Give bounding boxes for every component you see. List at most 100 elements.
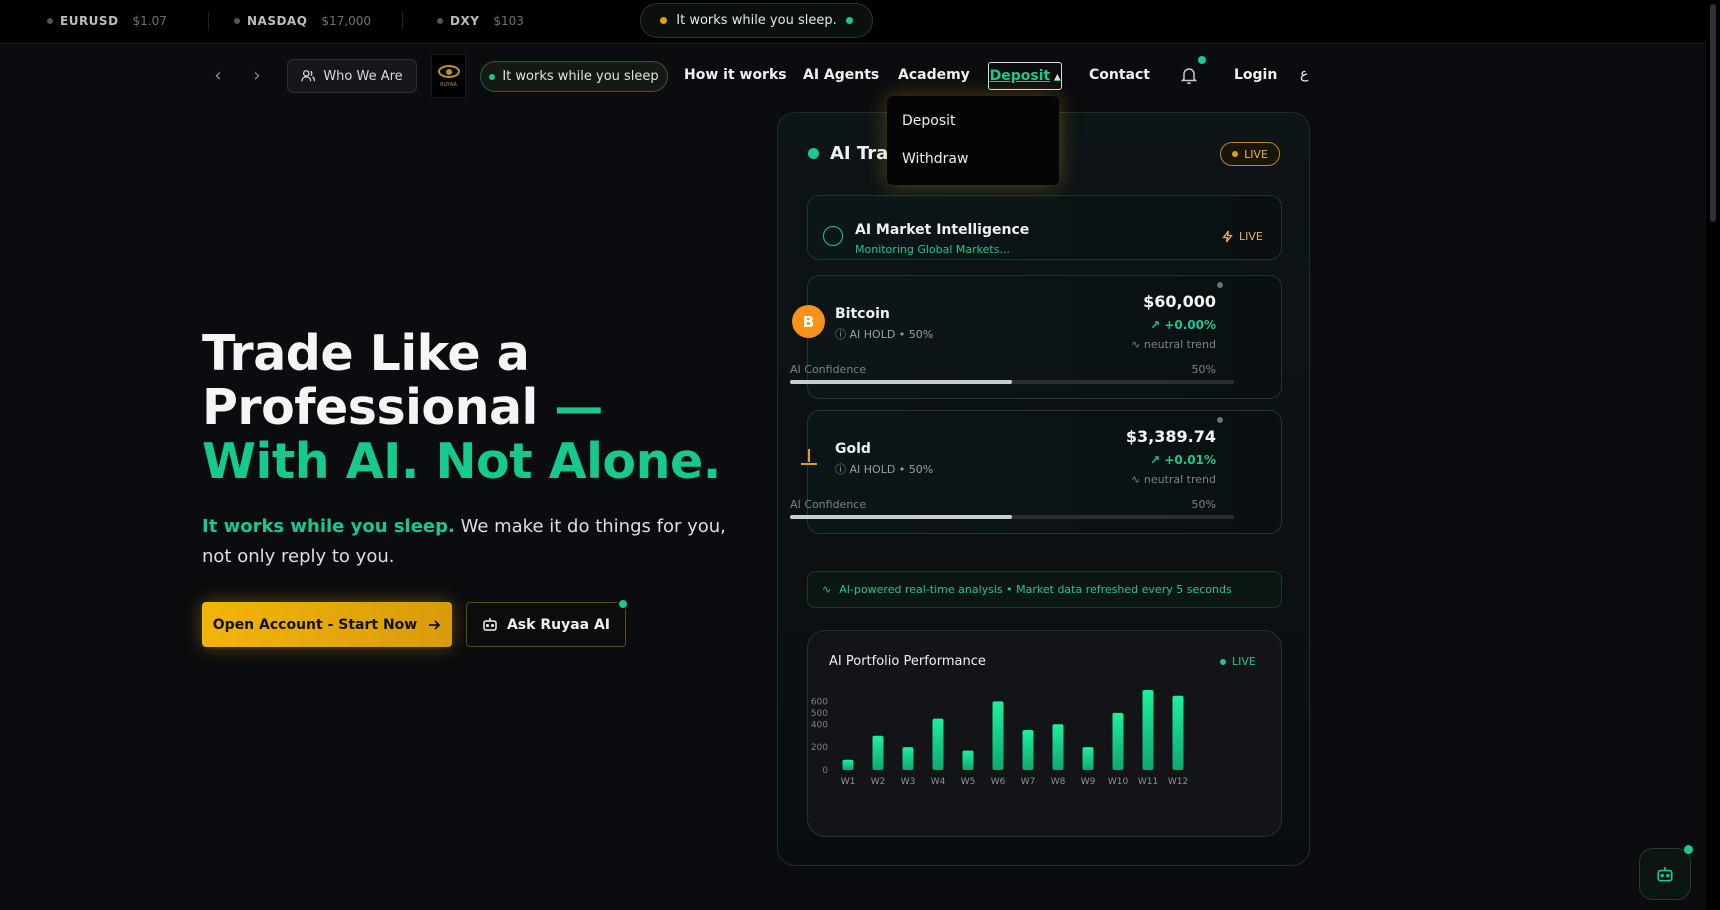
- forward-arrow-icon[interactable]: ›: [246, 64, 268, 86]
- open-account-button[interactable]: Open Account - Start Now: [202, 602, 452, 647]
- status-dot: [808, 148, 819, 159]
- ticker-value: $17,000: [321, 14, 372, 28]
- ticker-item: NASDAQ $17,000: [234, 14, 371, 28]
- hero-subtitle-accent: It works while you sleep.: [202, 516, 455, 537]
- asset-signal: ⓘ AI HOLD • 50%: [835, 463, 934, 476]
- y-tick-label: 0: [822, 766, 828, 776]
- ticker-value: $1.07: [132, 14, 167, 28]
- chart-bar: [932, 718, 944, 770]
- performance-live-label: LIVE: [1232, 655, 1256, 668]
- confidence-bar-fill: [790, 515, 1012, 519]
- hero-title: Trade Like a Professional — With AI. Not…: [202, 327, 742, 489]
- analysis-text: AI-powered real-time analysis • Market d…: [839, 583, 1232, 596]
- confidence-label: AI Confidence: [790, 498, 867, 511]
- ticker-item: EURUSD $1.07: [47, 14, 167, 28]
- back-arrow-icon[interactable]: ‹: [207, 64, 229, 86]
- live-badge: LIVE: [1220, 142, 1280, 166]
- deposit-label: Deposit: [989, 68, 1051, 84]
- live-dot: [1232, 151, 1239, 157]
- ruyaa-logo[interactable]: RUYAA: [431, 54, 466, 98]
- ticker-symbol: DXY: [450, 14, 480, 28]
- deposit-dropdown-menu: Deposit Withdraw: [887, 96, 1059, 185]
- divider: [208, 12, 209, 30]
- open-account-label: Open Account - Start Now: [212, 616, 418, 633]
- who-we-are-label: Who We Are: [323, 68, 403, 84]
- arrow-right-icon: [429, 619, 441, 630]
- y-tick-label: 600: [811, 697, 828, 707]
- x-tick-label: W4: [931, 777, 946, 787]
- x-tick-label: W6: [991, 777, 1006, 787]
- intel-subtitle: Monitoring Global Markets...: [855, 243, 1010, 256]
- dropdown-item-deposit[interactable]: Deposit: [902, 113, 956, 129]
- ticker-item: DXY $103: [437, 14, 524, 28]
- nav-deposit-button[interactable]: Deposit ▲: [988, 62, 1062, 90]
- status-dot: [1217, 417, 1223, 423]
- chart-bar: [1052, 724, 1064, 770]
- nav-link-ai-agents[interactable]: AI Agents: [803, 67, 879, 83]
- brain-icon: [823, 226, 843, 246]
- bitcoin-icon: B: [792, 305, 825, 338]
- live-label: LIVE: [1244, 147, 1268, 161]
- ticker-pill-text: It works while you sleep.: [676, 13, 837, 28]
- asset-trend: ∿ neutral trend: [1131, 338, 1216, 351]
- hero-subtitle: It works while you sleep. We make it do …: [202, 512, 742, 572]
- asset-trend: ∿ neutral trend: [1131, 473, 1216, 486]
- asset-name: Gold: [835, 441, 871, 457]
- ticker-value: $103: [493, 14, 524, 28]
- x-tick-label: W2: [871, 777, 886, 787]
- asset-change: ↗ +0.01%: [1150, 453, 1216, 467]
- confidence-value: 50%: [1191, 363, 1216, 376]
- nav-link-academy[interactable]: Academy: [898, 67, 970, 83]
- asset-signal-text: AI HOLD • 50%: [849, 463, 934, 476]
- x-tick-label: W12: [1168, 777, 1188, 787]
- notification-dot: [1198, 56, 1206, 64]
- status-dot: [660, 17, 668, 24]
- scrollbar-thumb[interactable]: [1710, 4, 1716, 222]
- asset-signal-text: AI HOLD • 50%: [849, 328, 934, 341]
- gold-icon: [792, 440, 825, 473]
- chart-bar: [902, 747, 914, 770]
- eye-logo-icon: [437, 64, 460, 78]
- dropdown-item-withdraw[interactable]: Withdraw: [902, 151, 968, 167]
- nav-link-login[interactable]: Login: [1234, 67, 1277, 83]
- confidence-bar: [790, 515, 1234, 519]
- confidence-label: AI Confidence: [790, 363, 867, 376]
- performance-title: AI Portfolio Performance: [829, 654, 986, 669]
- logo-text: RUYAA: [440, 81, 457, 88]
- status-pill: It works while you sleep: [480, 61, 668, 92]
- bot-icon: [1657, 866, 1673, 882]
- ticker-dot: [47, 18, 53, 24]
- ask-ruyaa-ai-button[interactable]: Ask Ruyaa AI: [466, 602, 626, 647]
- lightning-icon: [1222, 230, 1233, 243]
- chatbot-button[interactable]: [1639, 848, 1691, 900]
- who-we-are-button[interactable]: Who We Are: [287, 59, 417, 93]
- confidence-bar: [790, 380, 1234, 384]
- confidence-bar-fill: [790, 380, 1012, 384]
- chart-bar: [1112, 712, 1124, 770]
- x-tick-label: W3: [901, 777, 916, 787]
- x-tick-label: W9: [1081, 777, 1096, 787]
- nav-link-how-it-works[interactable]: How it works: [684, 67, 787, 83]
- performance-bar-chart: 0 200 400500 600 W1 W2 W3 W4 W5 W6 W7 W8 W9 W10 W11 W12: [811, 690, 1188, 787]
- ticker-bar: EURUSD $1.07 NASDAQ $17,000 DXY $103 It …: [0, 0, 1706, 44]
- bot-icon: [483, 618, 497, 631]
- asset-change-value: +0.00%: [1164, 318, 1216, 332]
- users-icon: [301, 70, 316, 82]
- divider: [402, 12, 403, 30]
- chart-bar: [992, 701, 1004, 770]
- ticker-dot: [234, 18, 240, 24]
- y-tick-label: 200: [811, 743, 828, 753]
- nav-link-contact[interactable]: Contact: [1089, 67, 1150, 83]
- language-switch[interactable]: ع: [1300, 66, 1310, 82]
- asset-price: $60,000: [1143, 292, 1216, 311]
- ask-ruyaa-label: Ask Ruyaa AI: [506, 616, 611, 633]
- status-dot: [489, 73, 496, 80]
- x-tick-label: W11: [1138, 777, 1158, 787]
- scrollbar[interactable]: [1706, 0, 1720, 910]
- bell-icon[interactable]: [1178, 64, 1200, 86]
- x-tick-label: W8: [1051, 777, 1066, 787]
- chart-bar: [842, 759, 854, 770]
- x-tick-label: W10: [1108, 777, 1129, 787]
- live-dot: [1220, 658, 1226, 665]
- online-dot: [617, 598, 629, 610]
